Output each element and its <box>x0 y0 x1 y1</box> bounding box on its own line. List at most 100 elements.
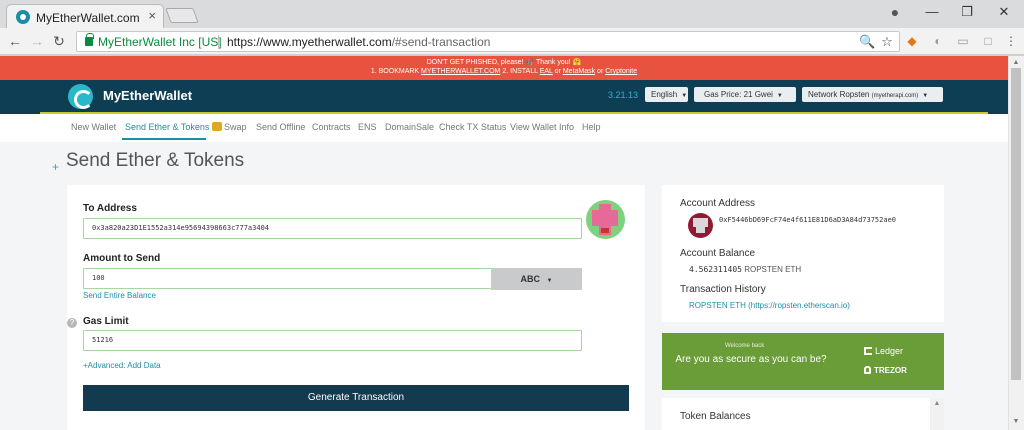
maximize-button[interactable]: ❐ <box>955 4 979 22</box>
network-sub-label: (myetherapi.com) <box>871 93 919 99</box>
nav-swap-label: Swap <box>224 122 247 132</box>
account-balance: 4.562311405 ROPSTEN ETH <box>689 265 801 274</box>
amount-label: Amount to Send <box>83 253 161 264</box>
advanced-add-data-link[interactable]: +Advanced: Add Data <box>83 361 161 370</box>
account-address-value: 0xF5446bD69FcF74e4f611E81D6aD3A84d73752a… <box>719 216 897 224</box>
zoom-icon[interactable]: 🔍 <box>859 34 875 50</box>
url-separator <box>218 35 219 49</box>
ledger-icon <box>864 347 872 355</box>
banner-or-text: or <box>552 68 563 75</box>
language-dropdown[interactable]: English ▼ <box>645 87 688 102</box>
new-tab-button[interactable] <box>165 8 199 23</box>
to-address-input[interactable]: 0x3a820a23D1E1552a314e95694398663c777a34… <box>83 218 582 239</box>
browser-tab[interactable]: MyEtherWallet.com × <box>6 4 164 28</box>
myetherwallet-favicon-icon <box>16 10 30 24</box>
nav-domainsale[interactable]: DomainSale <box>385 122 434 132</box>
star-icon[interactable]: ☆ <box>879 34 895 50</box>
account-address-label: Account Address <box>680 198 756 209</box>
language-label: English <box>651 90 678 99</box>
recipient-identicon <box>586 200 625 239</box>
generate-transaction-button[interactable]: Generate Transaction <box>83 385 629 411</box>
nav-send-offline[interactable]: Send Offline <box>256 122 305 132</box>
account-identicon <box>688 213 713 238</box>
token-balances-title: Token Balances <box>680 411 751 422</box>
extension-icon[interactable]: □ <box>980 33 996 49</box>
nav-new-wallet[interactable]: New Wallet <box>71 122 116 132</box>
forward-icon[interactable]: → <box>28 32 46 50</box>
url-path: /#send-transaction <box>391 35 491 49</box>
gas-limit-label: Gas Limit <box>83 316 129 327</box>
logo-icon[interactable] <box>68 84 93 109</box>
profile-icon[interactable]: ● <box>886 4 904 22</box>
extension-icon[interactable]: ◐ <box>930 33 946 49</box>
send-entire-balance-link[interactable]: Send Entire Balance <box>83 291 156 300</box>
close-window-button[interactable]: ✕ <box>992 4 1016 22</box>
chevron-down-icon: ▼ <box>681 93 688 99</box>
help-icon[interactable]: ? <box>67 318 77 328</box>
amount-value: 100 <box>92 274 105 282</box>
certificate-name: MyEtherWallet Inc [US] <box>98 35 222 49</box>
ledger-brand[interactable]: Ledger <box>864 346 903 356</box>
back-icon[interactable]: ← <box>6 32 24 50</box>
nav-send-ether-tokens[interactable]: Send Ether & Tokens <box>125 122 209 132</box>
to-address-value: 0x3a820a23D1E1552a314e95694398663c777a34… <box>92 224 270 232</box>
extension-icon[interactable]: ▭ <box>955 33 971 49</box>
nav-check-tx-status[interactable]: Check TX Status <box>439 122 506 132</box>
tab-title: MyEtherWallet.com <box>36 11 140 25</box>
eal-link[interactable]: EAL <box>540 68 553 75</box>
etherscan-link[interactable]: ROPSTEN ETH (https://ropsten.etherscan.i… <box>689 301 850 310</box>
reload-icon[interactable]: ↻ <box>50 32 68 50</box>
currency-dropdown[interactable]: ABC ▼ <box>491 268 582 290</box>
page-title: Send Ether & Tokens <box>66 150 245 171</box>
tab-close-icon[interactable]: × <box>148 8 156 24</box>
network-label: Network Ropsten <box>808 90 870 99</box>
transaction-history-label: Transaction History <box>680 284 766 295</box>
account-balance-label: Account Balance <box>680 248 756 259</box>
bookmark-link[interactable]: MYETHERWALLET.COM <box>421 68 500 75</box>
amount-input[interactable]: 100 <box>83 268 492 289</box>
metamask-link[interactable]: MetaMask <box>563 68 595 75</box>
balance-unit: ROPSTEN ETH <box>741 265 802 274</box>
nav-swap[interactable]: Swap <box>212 122 247 132</box>
trezor-icon <box>864 366 871 374</box>
chevron-down-icon: ▼ <box>776 93 783 99</box>
gas-price-dropdown[interactable]: Gas Price: 21 Gwei ▼ <box>694 87 796 102</box>
address-bar[interactable]: MyEtherWallet Inc [US] https://www.myeth… <box>76 31 900 52</box>
banner-line2: 1. BOOKMARK MYETHERWALLET.COM 2. INSTALL… <box>0 67 1008 76</box>
metamask-icon[interactable]: ◆ <box>904 33 920 49</box>
trezor-brand[interactable]: TREZOR <box>864 366 907 375</box>
promo-welcome: Welcome back <box>725 343 765 349</box>
balance-value: 4.562311405 <box>689 265 742 274</box>
nav-contracts[interactable]: Contracts <box>312 122 351 132</box>
minimize-button[interactable]: — <box>920 4 944 22</box>
gas-limit-input[interactable]: 51216 <box>83 330 582 351</box>
banner-or-text: or <box>595 68 606 75</box>
logo-text[interactable]: MyEtherWallet <box>103 88 192 103</box>
promo-question: Are you as secure as you can be? <box>675 354 827 365</box>
cryptonite-link[interactable]: Cryptonite <box>605 68 637 75</box>
scroll-down-icon[interactable]: ▼ <box>1008 416 1024 428</box>
expand-icon[interactable]: + <box>52 160 59 174</box>
scrollbar-thumb[interactable] <box>1011 68 1021 380</box>
phishing-warning-banner: DON'T GET PHISHED, please! 🎣 Thank you! … <box>0 56 1008 80</box>
chevron-down-icon: ▼ <box>922 93 929 99</box>
banner-install-text: 2. INSTALL <box>500 68 540 75</box>
nav-help[interactable]: Help <box>582 122 601 132</box>
nav-view-wallet-info[interactable]: View Wallet Info <box>510 122 574 132</box>
menu-icon[interactable]: ⋮ <box>1003 33 1019 49</box>
to-address-label: To Address <box>83 203 137 214</box>
swap-icon <box>212 122 222 131</box>
lock-icon <box>85 33 94 46</box>
version-label: 3.21.13 <box>608 90 639 100</box>
gas-limit-value: 51216 <box>92 336 114 344</box>
network-dropdown[interactable]: Network Ropsten (myetherapi.com) ▼ <box>802 87 943 102</box>
banner-bookmark-text: 1. BOOKMARK <box>370 68 422 75</box>
browser-toolbar: ← → ↻ MyEtherWallet Inc [US] https://www… <box>0 28 1024 55</box>
currency-label: ABC <box>520 274 541 284</box>
token-scrollbar[interactable]: ▲ <box>930 398 944 430</box>
banner-line1: DON'T GET PHISHED, please! 🎣 Thank you! … <box>426 59 582 66</box>
active-tab-underline <box>122 138 206 140</box>
ledger-label: Ledger <box>875 346 904 356</box>
nav-ens[interactable]: ENS <box>358 122 377 132</box>
chevron-down-icon: ▼ <box>546 278 553 284</box>
